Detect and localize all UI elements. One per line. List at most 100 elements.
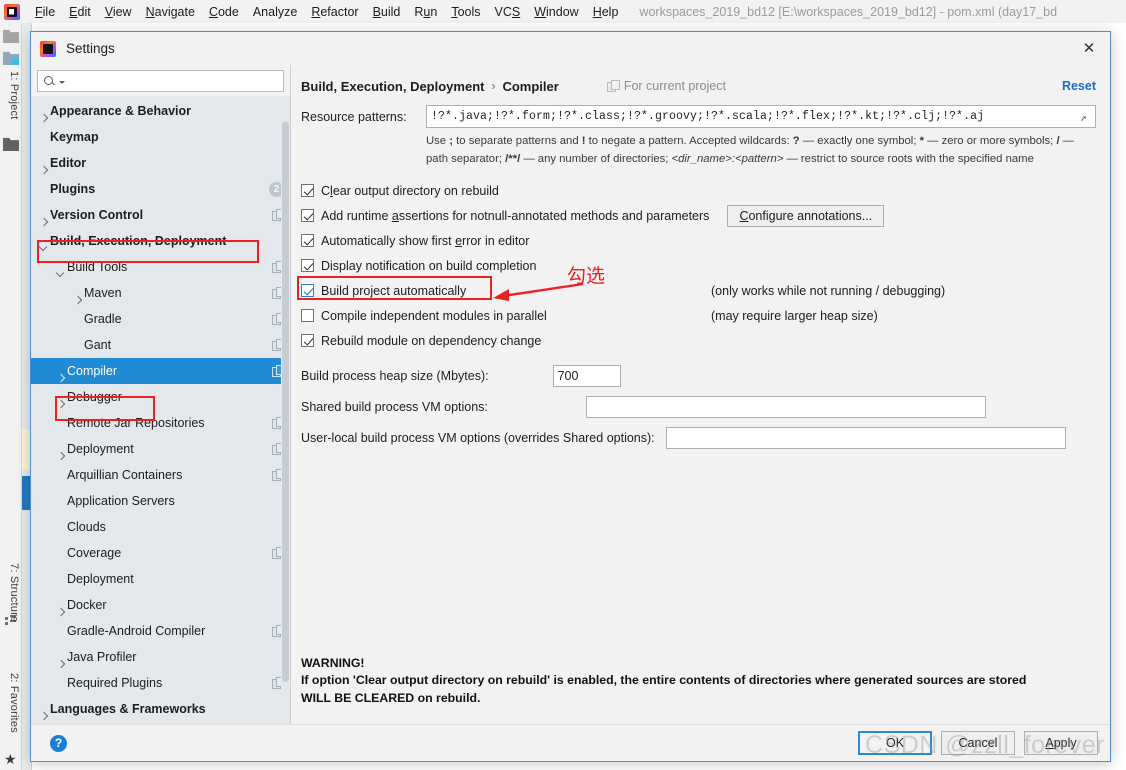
breadcrumb-root[interactable]: Build, Execution, Deployment [301,79,484,94]
apply-label: Apply [1045,736,1076,750]
sidebar-item-application-servers[interactable]: Application Servers [31,488,290,514]
userlocal-vm-options-label: User-local build process VM options (ove… [301,431,655,445]
menu-analyze[interactable]: Analyze [246,3,304,21]
sidebar-item-deployment[interactable]: Deployment [31,436,290,462]
tree-scrollbar-track[interactable] [281,96,290,724]
sidebar-item-coverage[interactable]: Coverage [31,540,290,566]
checkbox-display-notification-on-build-completion[interactable] [301,259,314,272]
sidebar-item-java-profiler[interactable]: Java Profiler [31,644,290,670]
checkbox-rebuild-module-on-dependency-change[interactable] [301,334,314,347]
sidebar-item-deployment[interactable]: Deployment [31,566,290,592]
module-folder-icon[interactable] [3,137,19,151]
menu-file[interactable]: File [28,3,62,21]
menu-refactor[interactable]: Refactor [304,3,365,21]
sidebar-item-maven[interactable]: Maven [31,280,290,306]
sidebar-item-appearance-behavior[interactable]: Appearance & Behavior [31,98,290,124]
screen: File Edit View Navigate Code Analyze Refactor B… [0,0,1126,770]
warning-block: WARNING! If option 'Clear output directo… [301,655,1026,708]
apply-button[interactable]: Apply [1024,731,1098,755]
search-input[interactable] [37,70,284,92]
open-folder-icon[interactable] [3,29,19,43]
sidebar-item-label: Application Servers [67,494,175,508]
checkbox-label-compile-independent-modules-in-parallel[interactable]: Compile independent modules in parallel [321,309,547,323]
sidebar-item-label: Remote Jar Repositories [67,416,205,430]
checkbox-label-rebuild-module-on-dependency-change[interactable]: Rebuild module on dependency change [321,334,541,348]
favorites-star-icon[interactable]: ★ [4,752,17,766]
sidebar-item-gradle[interactable]: Gradle [31,306,290,332]
sidebar-item-label: Required Plugins [67,676,163,690]
checkbox-label-clear-output-directory-on-rebuild[interactable]: Clear output directory on rebuild [321,184,499,198]
shared-vm-options-input[interactable] [585,396,986,418]
menu-tools[interactable]: Tools [444,3,487,21]
ok-button[interactable]: OK [858,731,932,755]
sidebar-item-languages-frameworks[interactable]: Languages & Frameworks [31,696,290,722]
menu-build[interactable]: Build [366,3,408,21]
sidebar-item-label: Version Control [50,208,144,222]
configure-annotations-button[interactable]: Configure annotations... [727,204,885,227]
heap-size-input[interactable]: 700 [552,365,621,387]
sidebar-item-remote-jar-repositories[interactable]: Remote Jar Repositories [31,410,290,436]
help-icon[interactable]: ? [50,734,67,752]
breadcrumb-leaf: Compiler [502,78,559,94]
sidebar-item-clouds[interactable]: Clouds [31,514,290,540]
sidebar-item-label: Build Tools [67,260,128,274]
checkbox-compile-independent-modules-in-parallel[interactable] [301,309,314,322]
expand-icon[interactable]: ↗ [1080,111,1091,125]
sidebar-item-arquillian-containers[interactable]: Arquillian Containers [31,462,290,488]
menu-view[interactable]: View [98,3,139,21]
sidebar-item-compiler[interactable]: Compiler [31,358,290,384]
sidebar-item-plugins[interactable]: Plugins 2 [31,176,290,202]
checkbox-label-build-project-automatically[interactable]: Build project automatically [321,284,466,298]
menu-navigate[interactable]: Navigate [139,3,202,21]
checkbox-build-project-automatically[interactable] [301,284,314,297]
resource-patterns-hint: Use ; to separate patterns and ! to nega… [426,135,1075,165]
userlocal-vm-options-input[interactable] [665,427,1066,449]
sidebar-item-label: Build, Execution, Deployment [50,234,227,248]
sidebar-item-label: Docker [67,598,107,612]
project-folder-icon[interactable] [3,51,19,65]
close-icon[interactable]: ✕ [1080,40,1098,58]
checkbox-row-add-runtime-assertions-for-notnull-annotated-methods-and-parameters: Add runtime assertions for notnull-annot… [301,203,1096,228]
sidebar-item-docker[interactable]: Docker [31,592,290,618]
warning-line-1: If option 'Clear output directory on reb… [301,673,1027,688]
sidebar-item-label: Gant [84,338,112,352]
menu-code[interactable]: Code [202,3,246,21]
menu-edit[interactable]: Edit [62,3,98,21]
breadcrumb: Build, Execution, Deployment › Compiler … [301,75,1096,97]
menu-run[interactable]: Run [407,3,444,21]
compiler-options-list: Clear output directory on rebuild Add run… [297,178,1096,353]
sidebar-item-label: Java Profiler [67,650,137,664]
sidebar-item-label: Gradle [84,312,122,326]
cancel-button[interactable]: Cancel [941,731,1015,755]
warning-title: WARNING! [301,655,365,670]
menu-vcs[interactable]: VCS [488,3,528,21]
sidebar-item-required-plugins[interactable]: Required Plugins [31,670,290,696]
tree-scrollbar-thumb[interactable] [282,122,289,682]
sidebar-item-build-tools[interactable]: Build Tools [31,254,290,280]
sidebar-item-editor[interactable]: Editor [31,150,290,176]
sidebar-item-gradle-android-compiler[interactable]: Gradle-Android Compiler [31,618,290,644]
checkbox-automatically-show-first-error-in-editor[interactable] [301,234,314,247]
sidebar-item-debugger[interactable]: Debugger [31,384,290,410]
chevron-down-icon [59,81,65,84]
toolwindow-project[interactable]: 1: Project [2,71,20,119]
checkbox-add-runtime-assertions-for-notnull-annotated-methods-and-parameters[interactable] [301,209,314,222]
sidebar-item-keymap[interactable]: Keymap [31,124,290,150]
toolwindow-favorites[interactable]: 2: Favorites [2,673,20,733]
checkbox-clear-output-directory-on-rebuild[interactable] [301,184,314,197]
checkbox-label-display-notification-on-build-completion[interactable]: Display notification on build completion [321,259,536,273]
toolwindow-structure[interactable]: 7: Structure [2,563,20,622]
sidebar-item-build-execution-deployment[interactable]: Build, Execution, Deployment [31,228,290,254]
sidebar-item-label: Clouds [67,520,106,534]
checkbox-label-automatically-show-first-error-in-editor[interactable]: Automatically show first error in editor [321,234,529,248]
sidebar-item-version-control[interactable]: Version Control [31,202,290,228]
resource-patterns-input[interactable]: !?*.java;!?*.form;!?*.class;!?*.groovy;!… [426,105,1096,128]
menu-window[interactable]: Window [527,3,585,21]
menu-help[interactable]: Help [586,3,626,21]
sidebar-item-gant[interactable]: Gant [31,332,290,358]
userlocal-vm-options-row: User-local build process VM options (ove… [301,427,1096,449]
checkbox-label-add-runtime-assertions-for-notnull-annotated-methods-and-parameters[interactable]: Add runtime assertions for notnull-annot… [321,209,709,223]
reset-link[interactable]: Reset [1062,79,1096,93]
dialog-title-text: Settings [66,41,115,56]
settings-tree[interactable]: Appearance & Behavior Keymap Editor Plugins… [31,96,290,724]
